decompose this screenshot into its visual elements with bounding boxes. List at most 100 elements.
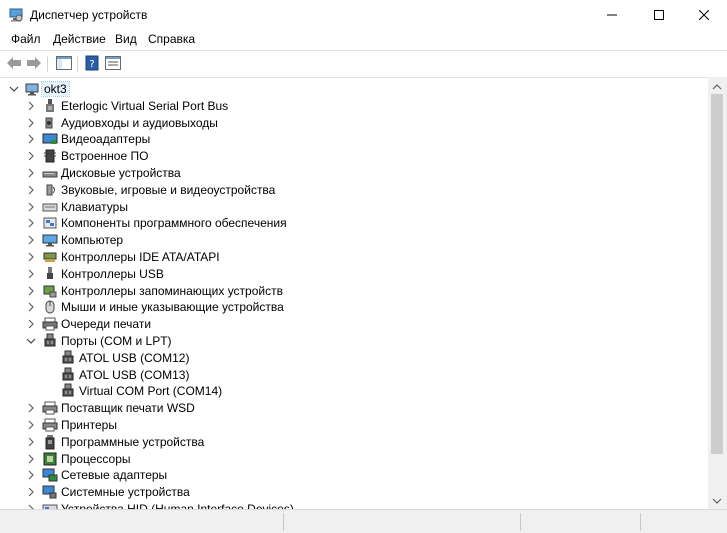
chevron-right-icon[interactable] <box>26 318 36 329</box>
console-tree-icon <box>56 55 72 73</box>
chevron-right-icon[interactable] <box>26 201 36 212</box>
vertical-scrollbar[interactable] <box>708 77 727 509</box>
close-button[interactable] <box>681 0 727 30</box>
device-tree[interactable]: okt3 Eterlogic Virtual Serial Port Bus Ау… <box>0 77 708 509</box>
chevron-right-icon[interactable] <box>26 184 36 195</box>
forward-button[interactable] <box>25 55 43 73</box>
menu-help[interactable]: Справка <box>148 32 195 46</box>
tree-category-item[interactable]: Компьютер <box>0 231 708 248</box>
chevron-down-icon[interactable] <box>9 83 19 93</box>
tree-device-item[interactable]: ATOL USB (COM12) <box>0 349 708 366</box>
chevron-right-icon[interactable] <box>26 301 36 312</box>
chevron-right-icon[interactable] <box>26 453 36 464</box>
chevron-right-icon[interactable] <box>26 469 36 480</box>
status-bar <box>0 509 727 533</box>
tree-category-item[interactable]: Клавиатуры <box>0 198 708 215</box>
arrow-left-icon <box>6 56 22 73</box>
chevron-right-icon[interactable] <box>26 268 36 279</box>
bus-icon <box>42 98 58 114</box>
tree-category-item[interactable]: Системные устройства <box>0 483 708 500</box>
menu-action[interactable]: Действие <box>53 32 106 46</box>
show-hide-console-tree-button[interactable] <box>55 55 73 73</box>
chevron-right-icon[interactable] <box>26 419 36 430</box>
toolbar-separator <box>47 56 48 72</box>
tree-category-item[interactable]: Контроллеры запоминающих устройств <box>0 282 708 299</box>
menu-view[interactable]: Вид <box>115 32 137 46</box>
tree-category-item[interactable]: Мыши и иные указывающие устройства <box>0 298 708 315</box>
tree-item-label: Очереди печати <box>61 317 152 332</box>
tree-item-label: ATOL USB (COM12) <box>79 350 190 365</box>
ide-controller-icon <box>42 249 58 265</box>
mouse-icon <box>42 299 58 315</box>
tree-category-item[interactable]: Контроллеры IDE ATA/ATAPI <box>0 248 708 265</box>
sound-icon <box>42 182 58 198</box>
chevron-right-icon[interactable] <box>26 486 36 497</box>
chevron-right-icon[interactable] <box>26 217 36 228</box>
tree-category-item[interactable]: Звуковые, игровые и видеоустройства <box>0 181 708 198</box>
tree-category-item[interactable]: Видеоадаптеры <box>0 130 708 147</box>
tree-category-item[interactable]: Принтеры <box>0 416 708 433</box>
port-icon <box>60 367 76 383</box>
tree-item-label: Сетевые адаптеры <box>61 468 168 483</box>
properties-icon <box>105 55 121 73</box>
print-queue-icon <box>42 316 58 332</box>
scroll-up-icon[interactable] <box>712 81 722 91</box>
chevron-right-icon[interactable] <box>26 167 36 178</box>
port-icon <box>42 333 58 349</box>
tree-category-item[interactable]: Eterlogic Virtual Serial Port Bus <box>0 97 708 114</box>
back-button[interactable] <box>5 55 23 73</box>
computer-icon <box>24 81 40 97</box>
tree-item-label: Устройства HID (Human Interface Devices) <box>61 502 294 509</box>
help-button[interactable]: ? <box>83 55 101 73</box>
tree-item-label: Клавиатуры <box>61 199 128 214</box>
speaker-icon <box>42 115 58 131</box>
computer-icon <box>42 232 58 248</box>
tree-category-item[interactable]: Встроенное ПО <box>0 147 708 164</box>
tree-category-item[interactable]: Аудиовходы и аудиовыходы <box>0 114 708 131</box>
properties-button[interactable] <box>104 55 122 73</box>
help-book-icon: ? <box>85 55 99 74</box>
tree-device-item[interactable]: ATOL USB (COM13) <box>0 366 708 383</box>
scrollbar-thumb[interactable] <box>711 94 723 454</box>
tree-item-label: Программные устройства <box>61 434 205 449</box>
chevron-right-icon[interactable] <box>26 285 36 296</box>
tree-item-label: Порты (COM и LPT) <box>61 334 172 348</box>
arrow-right-icon <box>26 56 42 73</box>
tree-item-label: ATOL USB (COM13) <box>79 367 190 382</box>
tree-category-item[interactable]: Сетевые адаптеры <box>0 466 708 483</box>
tree-category-item[interactable]: Очереди печати <box>0 315 708 332</box>
menu-file[interactable]: Файл <box>11 32 41 46</box>
chevron-right-icon[interactable] <box>26 402 36 413</box>
software-device-icon <box>42 434 58 450</box>
tree-item-label: Virtual COM Port (COM14) <box>79 384 223 399</box>
tree-category-item[interactable]: Процессоры <box>0 450 708 467</box>
chevron-right-icon[interactable] <box>26 150 36 161</box>
tree-item-label: Дисковые устройства <box>61 166 181 180</box>
tree-item-label: Встроенное ПО <box>61 149 149 164</box>
scroll-down-icon[interactable] <box>712 495 722 505</box>
tree-category-item[interactable]: Программные устройства <box>0 433 708 450</box>
chevron-right-icon[interactable] <box>26 133 36 144</box>
chevron-right-icon[interactable] <box>26 436 36 447</box>
tree-category-item[interactable]: Контроллеры USB <box>0 265 708 282</box>
network-adapter-icon <box>42 467 58 483</box>
status-separator <box>283 513 284 531</box>
tree-device-item[interactable]: Virtual COM Port (COM14) <box>0 382 708 399</box>
tree-item-label: Принтеры <box>61 418 117 432</box>
hid-icon <box>42 501 58 509</box>
tree-category-item[interactable]: Поставщик печати WSD <box>0 399 708 416</box>
tree-category-item[interactable]: Компоненты программного обеспечения <box>0 214 708 231</box>
maximize-button[interactable] <box>636 0 682 30</box>
chevron-down-icon[interactable] <box>26 335 36 345</box>
tree-category-item[interactable]: Дисковые устройства <box>0 164 708 181</box>
chevron-right-icon[interactable] <box>26 251 36 262</box>
tree-category-item[interactable]: Устройства HID (Human Interface Devices) <box>0 500 708 509</box>
minimize-button[interactable] <box>589 0 635 30</box>
title-bar: Диспетчер устройств <box>0 0 727 30</box>
chevron-right-icon[interactable] <box>26 234 36 245</box>
chevron-right-icon[interactable] <box>26 100 36 111</box>
processor-icon <box>42 451 58 467</box>
tree-root[interactable]: okt3 <box>0 80 708 97</box>
tree-category-item[interactable]: Порты (COM и LPT) <box>0 332 708 349</box>
chevron-right-icon[interactable] <box>26 117 36 128</box>
